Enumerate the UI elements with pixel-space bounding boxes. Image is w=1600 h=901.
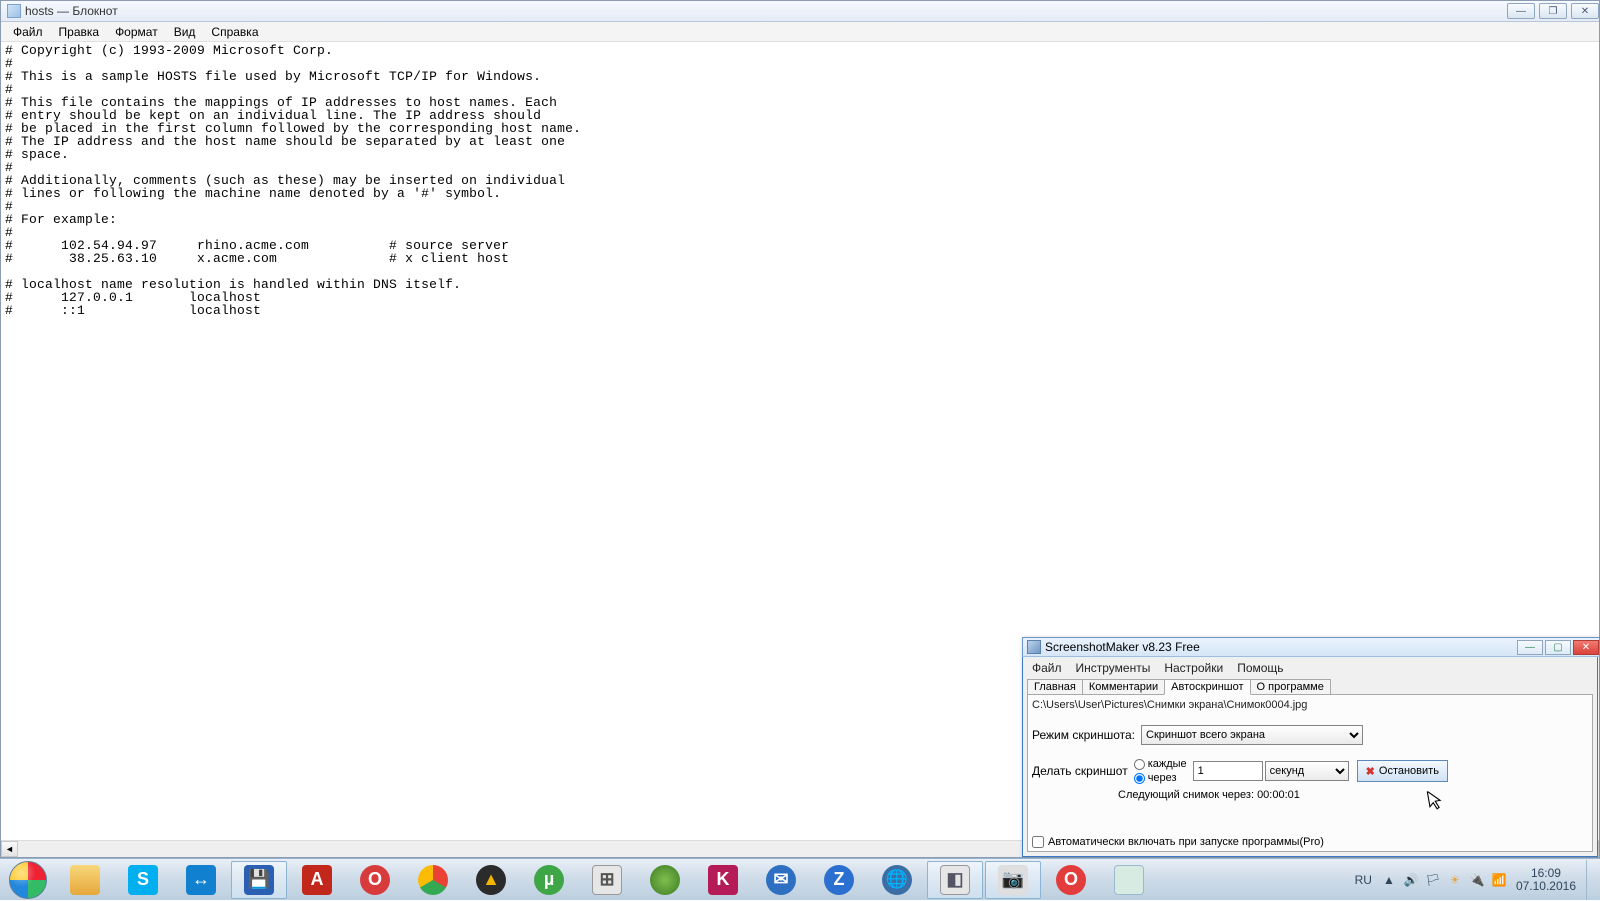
notepad-content: # Copyright (c) 1993-2009 Microsoft Corp… — [1, 42, 1599, 319]
ssm-title-text: ScreenshotMaker v8.23 Free — [1045, 640, 1200, 654]
menu-format[interactable]: Формат — [107, 23, 166, 41]
opera2-icon: O — [1056, 865, 1086, 895]
tb-teamviewer[interactable]: ↔ — [173, 861, 229, 899]
start-button[interactable] — [0, 859, 56, 901]
ssm-interval-input[interactable] — [1193, 761, 1263, 781]
notepad-title-text: hosts — Блокнот — [25, 4, 118, 18]
radio-every[interactable]: каждые — [1134, 757, 1187, 771]
tray-network-icon[interactable]: 📶 — [1490, 871, 1508, 889]
tray-language[interactable]: RU — [1349, 869, 1378, 891]
aimp-icon: ▲ — [476, 865, 506, 895]
ssm-minimize-button[interactable]: — — [1517, 640, 1543, 655]
tb-explorer[interactable] — [57, 861, 113, 899]
menu-view[interactable]: Вид — [166, 23, 204, 41]
notepad-icon — [7, 4, 21, 18]
ssm-menu-file[interactable]: Файл — [1025, 660, 1069, 676]
ssm-autostart-checkbox[interactable]: Автоматически включать при запуске прогр… — [1032, 836, 1324, 848]
ssm-unit-select[interactable]: секунд — [1265, 761, 1349, 781]
globe-icon: 🌐 — [882, 865, 912, 895]
windows-orb-icon — [9, 861, 47, 899]
screenshotmaker-window: ScreenshotMaker v8.23 Free — ▢ ✕ Файл Ин… — [1022, 637, 1598, 857]
tab-main[interactable]: Главная — [1027, 679, 1083, 695]
stop-x-icon: ✖ — [1366, 765, 1375, 778]
notepad-menubar: Файл Правка Формат Вид Справка — [1, 22, 1599, 42]
close-button[interactable]: ✕ — [1571, 3, 1599, 19]
ssm-close-button[interactable]: ✕ — [1573, 640, 1599, 655]
folder-icon — [70, 865, 100, 895]
tab-autoscreenshot[interactable]: Автоскриншот — [1164, 679, 1250, 695]
maximize-button[interactable]: ❐ — [1539, 3, 1567, 19]
tray-clock[interactable]: 16:09 07.10.2016 — [1510, 867, 1582, 893]
window-icon: ◧ — [940, 865, 970, 895]
menu-file[interactable]: Файл — [5, 23, 51, 41]
scroll-left-icon[interactable]: ◄ — [1, 841, 18, 857]
green-orb-icon — [650, 865, 680, 895]
tb-green[interactable] — [637, 861, 693, 899]
tb-doc[interactable] — [1101, 861, 1157, 899]
ssm-tabs: Главная Комментарии Автоскриншот О прогр… — [1027, 679, 1330, 695]
z-icon: Z — [824, 865, 854, 895]
tb-window[interactable]: ◧ — [927, 861, 983, 899]
tray-sun-icon[interactable]: ☀ — [1446, 871, 1464, 889]
tb-z[interactable]: Z — [811, 861, 867, 899]
acrobat-icon: A — [302, 865, 332, 895]
tray-up-icon[interactable]: ▲ — [1380, 871, 1398, 889]
save-disk-icon: 💾 — [244, 865, 274, 895]
show-desktop-button[interactable] — [1586, 860, 1596, 900]
ssm-menubar: Файл Инструменты Настройки Помощь — [1025, 659, 1595, 677]
tray-flag-icon[interactable]: 🏳 — [1424, 871, 1442, 889]
skype-icon: S — [128, 865, 158, 895]
taskbar-apps: S ↔ 💾 A O ▲ µ ⊞ K ✉ Z 🌐 ◧ 📷 O — [56, 859, 1158, 901]
opera-icon: O — [360, 865, 390, 895]
tb-opera[interactable]: O — [347, 861, 403, 899]
ssm-save-path: C:\Users\User\Pictures\Снимки экрана\Сни… — [1032, 699, 1307, 711]
tb-k[interactable]: K — [695, 861, 751, 899]
tray-volume-icon[interactable]: 🔊 — [1402, 871, 1420, 889]
ssm-autostart-input[interactable] — [1032, 836, 1044, 848]
ssm-maximize-button[interactable]: ▢ — [1545, 640, 1571, 655]
tb-utorrent[interactable]: µ — [521, 861, 577, 899]
ssm-tabpane: C:\Users\User\Pictures\Снимки экрана\Сни… — [1027, 694, 1593, 852]
ssm-app-icon — [1027, 640, 1041, 654]
ssm-interval-radios: каждые через — [1134, 757, 1187, 785]
ssm-menu-settings[interactable]: Настройки — [1157, 660, 1230, 676]
tb-thunderbird[interactable]: ✉ — [753, 861, 809, 899]
teamviewer-icon: ↔ — [186, 865, 216, 895]
taskbar: S ↔ 💾 A O ▲ µ ⊞ K ✉ Z 🌐 ◧ 📷 O RU ▲ 🔊 🏳 ☀… — [0, 858, 1600, 900]
tab-about[interactable]: О программе — [1250, 679, 1331, 695]
menu-edit[interactable]: Правка — [51, 23, 108, 41]
ssm-menu-help[interactable]: Помощь — [1230, 660, 1290, 676]
system-tray: RU ▲ 🔊 🏳 ☀ 🔌 📶 16:09 07.10.2016 — [1349, 859, 1600, 901]
tb-skype[interactable]: S — [115, 861, 171, 899]
ssm-next-countdown: Следующий снимок через: 00:00:01 — [1118, 789, 1300, 801]
ssm-mode-select[interactable]: Скриншот всего экрана — [1141, 725, 1363, 745]
tb-screenshotmaker[interactable]: 📷 — [985, 861, 1041, 899]
minimize-button[interactable]: — — [1507, 3, 1535, 19]
thunderbird-icon: ✉ — [766, 865, 796, 895]
tb-acrobat[interactable]: A — [289, 861, 345, 899]
ssm-titlebar[interactable]: ScreenshotMaker v8.23 Free — ▢ ✕ — [1022, 637, 1600, 657]
tb-notepad[interactable]: 💾 — [231, 861, 287, 899]
tb-chrome[interactable] — [405, 861, 461, 899]
menu-help[interactable]: Справка — [203, 23, 266, 41]
ssm-menu-tools[interactable]: Инструменты — [1069, 660, 1158, 676]
chrome-icon — [418, 865, 448, 895]
tab-comments[interactable]: Комментарии — [1082, 679, 1165, 695]
k-icon: K — [708, 865, 738, 895]
tray-plug-icon[interactable]: 🔌 — [1468, 871, 1486, 889]
ssm-stop-button[interactable]: ✖ Остановить — [1357, 760, 1448, 782]
ssm-make-label: Делать скриншот — [1032, 764, 1128, 778]
utorrent-icon: µ — [534, 865, 564, 895]
camera-icon: 📷 — [998, 865, 1028, 895]
calc-icon: ⊞ — [592, 865, 622, 895]
radio-after[interactable]: через — [1134, 771, 1187, 785]
tb-calc[interactable]: ⊞ — [579, 861, 635, 899]
doc-icon — [1114, 865, 1144, 895]
ssm-mode-label: Режим скриншота: — [1032, 728, 1135, 742]
tb-aimp[interactable]: ▲ — [463, 861, 519, 899]
tb-globe[interactable]: 🌐 — [869, 861, 925, 899]
notepad-titlebar[interactable]: hosts — Блокнот — ❐ ✕ — [1, 1, 1599, 22]
tb-opera2[interactable]: O — [1043, 861, 1099, 899]
